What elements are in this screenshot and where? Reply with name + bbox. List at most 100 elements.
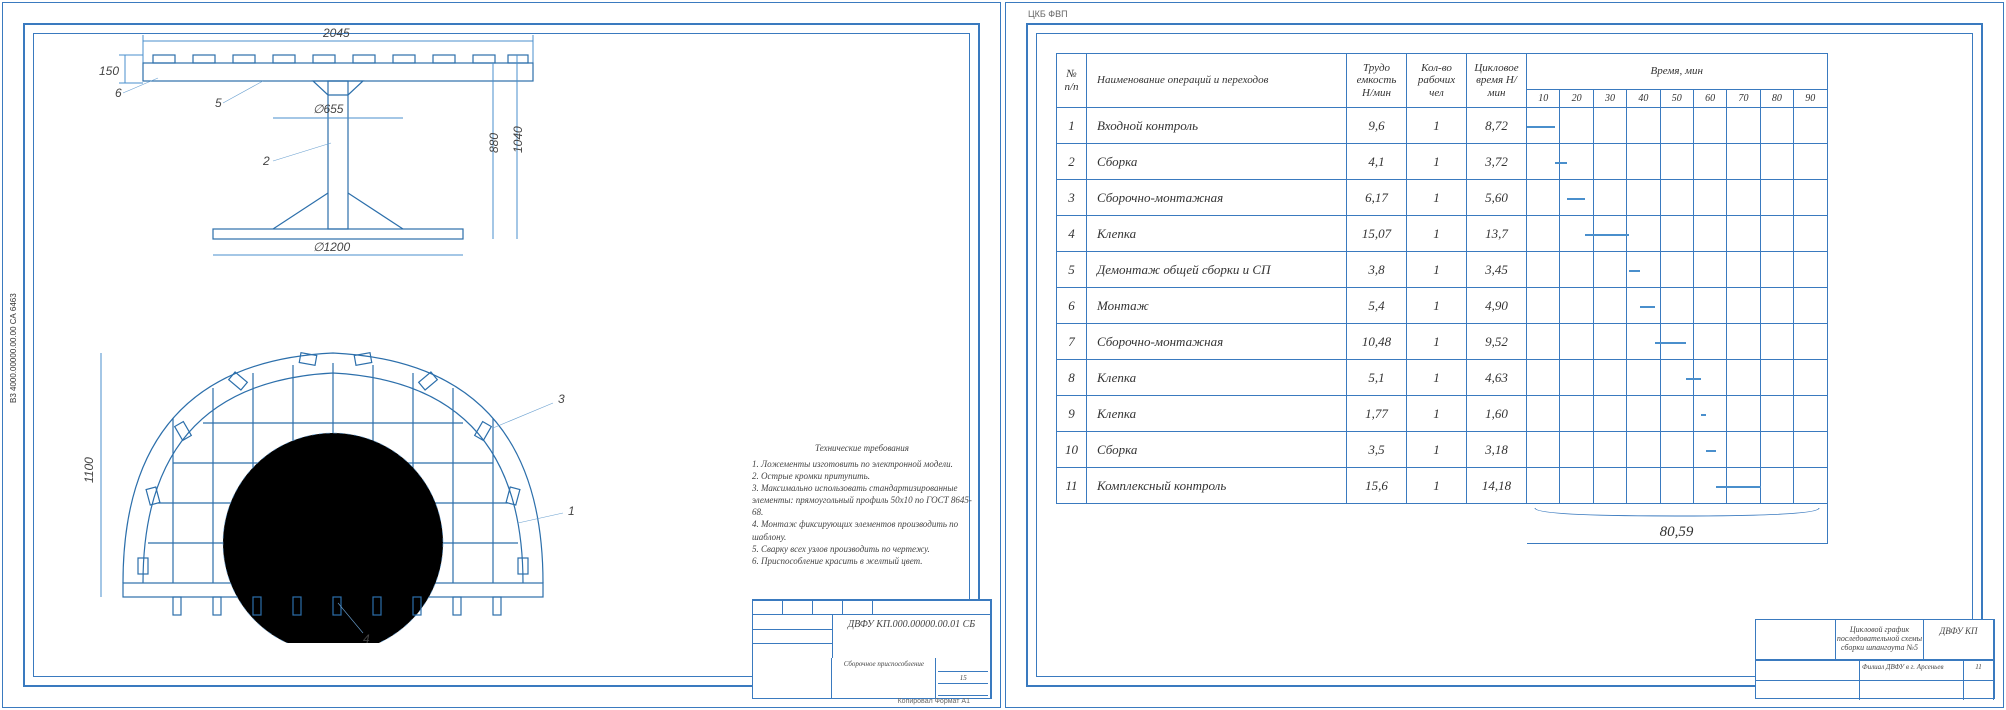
gantt-cell (1693, 180, 1726, 216)
gantt-cell (1727, 360, 1760, 396)
gantt-cell (1560, 252, 1593, 288)
gantt-cell (1627, 396, 1660, 432)
gantt-cell (1627, 468, 1660, 504)
row-workers: 1 (1407, 144, 1467, 180)
total-time: 80,59 (1660, 524, 1694, 540)
side-code: В3 4000.00000.00.00 СА 6463 (9, 293, 18, 403)
gantt-cell (1660, 108, 1693, 144)
gantt-cell (1794, 216, 1828, 252)
row-name: Комплексный контроль (1087, 468, 1347, 504)
gantt-cell (1760, 432, 1793, 468)
gantt-cell (1593, 288, 1626, 324)
gantt-cell (1527, 288, 1560, 324)
gantt-cell (1627, 144, 1660, 180)
col-time: Время, мин (1527, 54, 1828, 90)
row-cycle: 5,60 (1467, 180, 1527, 216)
operation-row: 11Комплексный контроль15,6114,18 (1057, 468, 1828, 504)
row-labor: 15,6 (1347, 468, 1407, 504)
gantt-cell (1560, 324, 1593, 360)
assembly-drawing: 2045 (63, 23, 623, 643)
gantt-cell (1527, 216, 1560, 252)
gantt-cell (1527, 468, 1560, 504)
row-workers: 1 (1407, 360, 1467, 396)
row-name: Монтаж (1087, 288, 1347, 324)
gantt-cell (1560, 360, 1593, 396)
row-cycle: 13,7 (1467, 216, 1527, 252)
row-cycle: 4,90 (1467, 288, 1527, 324)
gantt-cell (1660, 324, 1693, 360)
row-cycle: 3,45 (1467, 252, 1527, 288)
svg-text:5: 5 (215, 96, 222, 110)
tech-line: 4. Монтаж фиксирующих элементов производ… (752, 518, 972, 542)
gantt-cell (1627, 252, 1660, 288)
gantt-cell (1527, 432, 1560, 468)
gantt-cell (1627, 180, 1660, 216)
row-workers: 1 (1407, 324, 1467, 360)
gantt-cell (1760, 396, 1793, 432)
col-workers: Кол-во рабочих чел (1407, 54, 1467, 108)
operation-row: 9Клепка1,7711,60 (1057, 396, 1828, 432)
row-labor: 15,07 (1347, 216, 1407, 252)
gantt-cell (1794, 468, 1828, 504)
gantt-cell (1660, 216, 1693, 252)
org: Филиал ДВФУ в г. Арсеньев (1860, 661, 1964, 680)
dim-d655: ∅655 (313, 102, 344, 116)
operation-row: 4Клепка15,07113,7 (1057, 216, 1828, 252)
footer: Копировал Формат А1 (898, 698, 970, 705)
row-name: Клепка (1087, 396, 1347, 432)
gantt-cell (1593, 108, 1626, 144)
dim-880: 880 (487, 133, 501, 153)
col-name: Наименование операций и переходов (1087, 54, 1347, 108)
gantt-cell (1693, 432, 1726, 468)
sheet-num: 11 (1964, 661, 1994, 680)
row-num: 1 (1057, 108, 1087, 144)
row-num: 5 (1057, 252, 1087, 288)
gantt-cell (1660, 360, 1693, 396)
svg-text:4: 4 (363, 632, 370, 643)
gantt-cell (1660, 180, 1693, 216)
gantt-cell (1560, 288, 1593, 324)
gantt-cell (1627, 108, 1660, 144)
operation-row: 10Сборка3,513,18 (1057, 432, 1828, 468)
row-num: 9 (1057, 396, 1087, 432)
row-num: 10 (1057, 432, 1087, 468)
gantt-cell (1693, 288, 1726, 324)
row-name: Сборочно-монтажная (1087, 180, 1347, 216)
gantt-cell (1760, 288, 1793, 324)
gantt-cell (1693, 324, 1726, 360)
gantt-cell (1727, 396, 1760, 432)
gantt-cell (1727, 216, 1760, 252)
gantt-bar (1527, 126, 1555, 128)
row-num: 2 (1057, 144, 1087, 180)
gantt-cell (1627, 432, 1660, 468)
row-labor: 10,48 (1347, 324, 1407, 360)
tech-line: 2. Острые кромки притупить. (752, 470, 972, 482)
gantt-cell (1727, 468, 1760, 504)
row-labor: 3,8 (1347, 252, 1407, 288)
gantt-cell (1593, 468, 1626, 504)
row-name: Сборочно-монтажная (1087, 324, 1347, 360)
total-brace-icon (1533, 506, 1821, 524)
gantt-cell (1693, 216, 1726, 252)
gantt-cell (1527, 144, 1560, 180)
tech-line: 1. Ложементы изготовить по электронной м… (752, 458, 972, 470)
row-labor: 9,6 (1347, 108, 1407, 144)
gantt-cell (1727, 144, 1760, 180)
drawing-name-2: Цикловой график последовательной схемы с… (1836, 620, 1924, 659)
row-labor: 1,77 (1347, 396, 1407, 432)
row-cycle: 4,63 (1467, 360, 1527, 396)
row-workers: 1 (1407, 288, 1467, 324)
gantt-cell (1527, 108, 1560, 144)
time-tick: 70 (1727, 90, 1760, 108)
tech-line: 3. Максимально использовать стандартизир… (752, 482, 972, 518)
gantt-cell (1627, 360, 1660, 396)
gantt-cell (1794, 252, 1828, 288)
mass: 15 (938, 672, 988, 684)
time-tick: 40 (1627, 90, 1660, 108)
row-labor: 5,1 (1347, 360, 1407, 396)
tech-line: 6. Приспособление красить в желтый цвет. (752, 555, 972, 567)
title-block-1: ДВФУ КП.000.00000.00.01 СБ Сборочное при… (752, 599, 992, 699)
row-num: 11 (1057, 468, 1087, 504)
gantt-cell (1760, 180, 1793, 216)
gantt-cell (1727, 288, 1760, 324)
